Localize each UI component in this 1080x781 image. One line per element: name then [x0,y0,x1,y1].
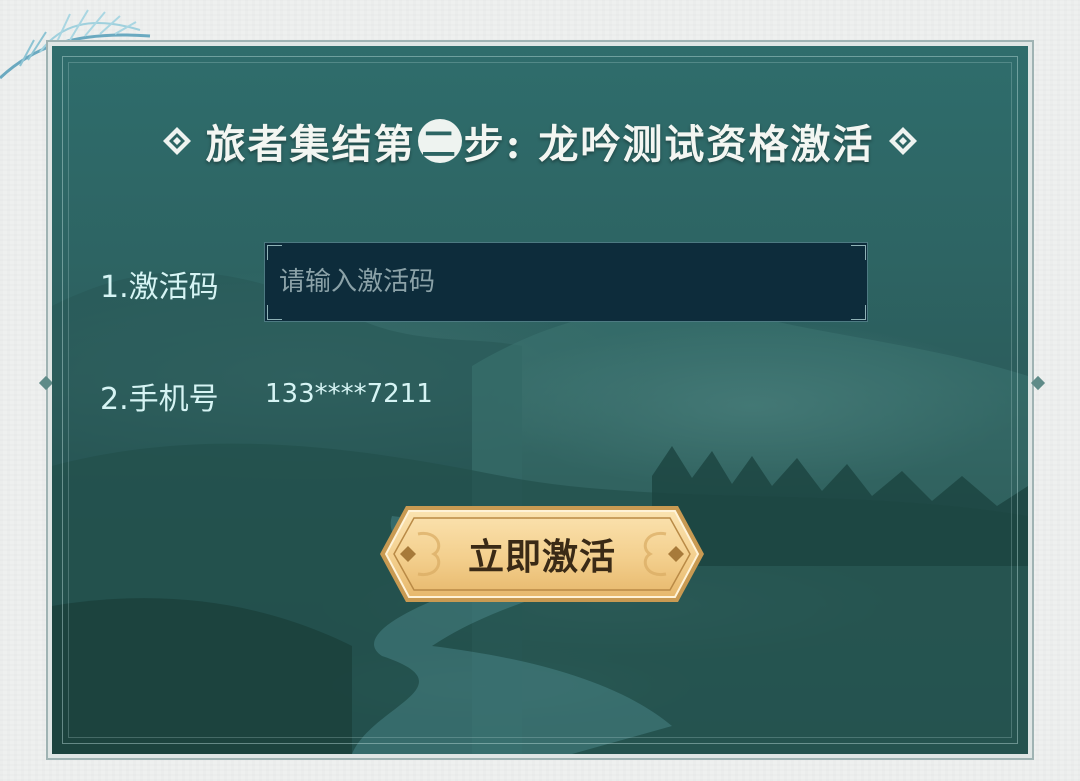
input-corner-ornament [851,245,866,260]
activate-button-label: 立即激活 [467,536,616,578]
activation-code-input[interactable] [264,242,868,322]
title-text: 旅者集结第 二 步: 龙吟测试资格激活 [206,112,875,170]
title-suffix: 步: 龙吟测试资格激活 [463,121,875,168]
phone-label: 2.手机号 [100,382,219,417]
input-corner-ornament [267,245,282,260]
diamond-ornament-icon [889,127,918,155]
input-corner-ornament [851,305,866,320]
activate-button[interactable]: 立即激活 [378,504,706,604]
diamond-ornament-icon [162,127,191,155]
step-number-badge: 二 [417,119,462,165]
title-prefix: 旅者集结第 [205,121,416,168]
input-corner-ornament [267,305,282,320]
activation-code-label: 1.激活码 [100,270,219,305]
phone-number-value: 133****7211 [265,379,433,409]
page-title: 旅者集结第 二 步: 龙吟测试资格激活 [52,106,1028,176]
activation-panel: 旅者集结第 二 步: 龙吟测试资格激活 1.激活码 2.手机号 133****7… [52,46,1028,754]
